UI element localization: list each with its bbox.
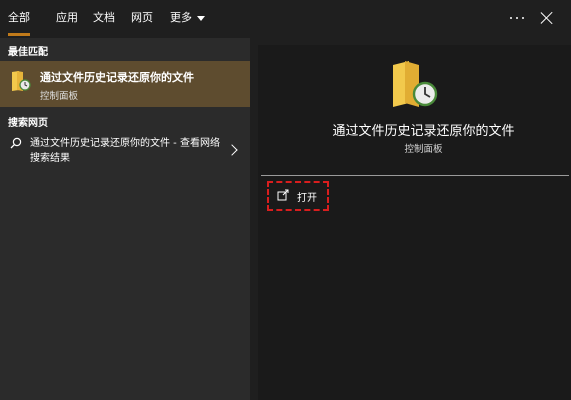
chevron-right-icon[interactable] xyxy=(226,144,238,156)
preview-subtitle: 控制面板 xyxy=(404,144,443,155)
tab-documents-label: 文档 xyxy=(93,11,115,24)
open-icon xyxy=(277,189,289,201)
best-match-header: 最佳匹配 xyxy=(8,47,48,58)
best-match-title: 通过文件历史记录还原你的文件 xyxy=(40,71,194,84)
folder-clock-icon xyxy=(393,61,438,107)
tab-documents[interactable]: 文档 xyxy=(93,0,115,36)
tab-web[interactable]: 网页 xyxy=(131,0,153,36)
search-icon xyxy=(10,137,22,149)
best-match-item[interactable]: 通过文件历史记录还原你的文件 控制面板 xyxy=(0,61,250,107)
tab-more[interactable]: 更多 xyxy=(170,0,205,36)
tab-apps[interactable]: 应用 xyxy=(56,0,78,36)
open-label: 打开 xyxy=(297,193,317,204)
open-button[interactable]: 打开 xyxy=(267,181,329,211)
top-bar: 全部 应用 文档 网页 更多 xyxy=(0,0,571,38)
tab-apps-label: 应用 xyxy=(56,11,78,24)
best-match-subtitle: 控制面板 xyxy=(40,91,79,102)
folder-clock-icon xyxy=(12,71,31,91)
tab-web-label: 网页 xyxy=(131,11,153,24)
more-options-button[interactable] xyxy=(509,12,525,24)
tab-more-label: 更多 xyxy=(170,11,192,24)
web-search-text: 通过文件历史记录还原你的文件 - 查看网络搜索结果 xyxy=(30,138,220,164)
web-search-item[interactable]: 通过文件历史记录还原你的文件 - 查看网络搜索结果 xyxy=(0,134,250,170)
divider xyxy=(261,175,569,176)
results-panel: 最佳匹配 通过文件历史记录还原你的文件 控制面板 搜索网页 通过文件历史记录还原… xyxy=(0,38,250,400)
web-search-header: 搜索网页 xyxy=(8,118,48,129)
tab-all-label: 全部 xyxy=(8,11,30,24)
tab-all[interactable]: 全部 xyxy=(8,0,30,36)
chevron-down-icon xyxy=(197,15,205,21)
preview-panel: 通过文件历史记录还原你的文件 控制面板 打开 xyxy=(258,45,571,400)
close-button[interactable] xyxy=(539,10,555,26)
preview-title: 通过文件历史记录还原你的文件 xyxy=(332,124,515,139)
